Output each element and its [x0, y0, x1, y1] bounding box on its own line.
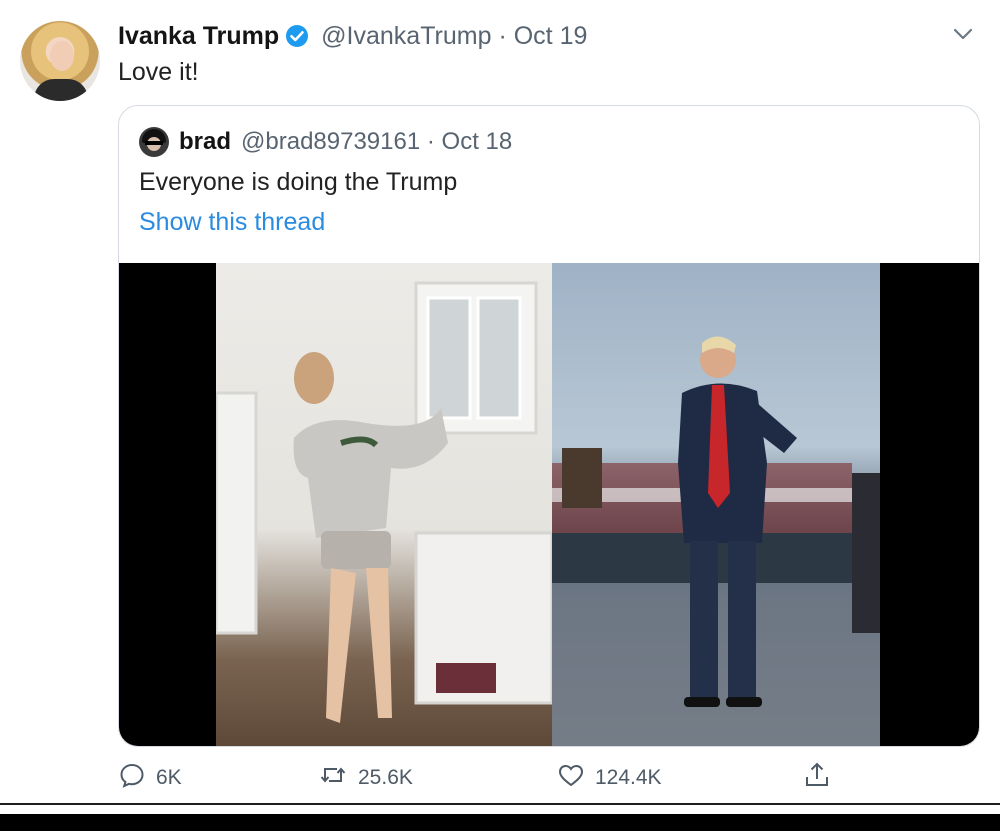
like-icon — [557, 761, 595, 795]
avatar-face — [50, 41, 74, 71]
video-left-panel — [216, 263, 552, 746]
verified-badge-icon — [285, 24, 309, 48]
show-thread-link[interactable]: Show this thread — [139, 208, 325, 237]
avatar-body — [34, 79, 88, 101]
like-count: 124.4K — [595, 766, 662, 789]
avatar[interactable] — [20, 21, 100, 101]
retweet-count: 25.6K — [358, 766, 413, 789]
tweet-text: Love it! — [118, 58, 199, 86]
quoted-handle-and-date[interactable]: @brad89739161 · Oct 18 — [241, 128, 512, 156]
quoted-tweet-card[interactable]: brad @brad89739161 · Oct 18 Everyone is … — [118, 105, 980, 747]
quoted-avatar-glasses — [145, 141, 163, 145]
rally-scene-illustration — [552, 336, 880, 707]
quoted-display-name[interactable]: brad — [179, 128, 231, 156]
chevron-down-icon[interactable] — [952, 26, 974, 47]
display-name[interactable]: Ivanka Trump — [118, 22, 279, 51]
like-button[interactable]: 124.4K — [557, 760, 662, 796]
kitchen-scene-illustration — [216, 281, 552, 723]
share-icon — [803, 760, 841, 796]
share-button[interactable] — [803, 760, 841, 796]
reply-count: 6K — [156, 766, 182, 789]
tweet-header: Ivanka Trump @IvankaTrump · Oct 19 — [118, 18, 587, 54]
retweet-icon — [318, 761, 358, 795]
quoted-avatar[interactable] — [139, 127, 169, 157]
quoted-tweet-text: Everyone is doing the Trump — [139, 168, 458, 196]
handle-and-date[interactable]: @IvankaTrump · Oct 19 — [321, 22, 587, 51]
quoted-header: brad @brad89739161 · Oct 18 — [179, 124, 512, 160]
reply-icon — [118, 761, 156, 795]
reply-button[interactable]: 6K — [118, 760, 182, 796]
tweet-actions: 6K 25.6K 124.4K — [118, 760, 978, 796]
retweet-button[interactable]: 25.6K — [318, 760, 413, 796]
screen-bottom-bar — [0, 814, 1000, 831]
video-player[interactable] — [119, 263, 979, 746]
divider — [0, 803, 1000, 805]
video-right-panel — [552, 263, 880, 746]
